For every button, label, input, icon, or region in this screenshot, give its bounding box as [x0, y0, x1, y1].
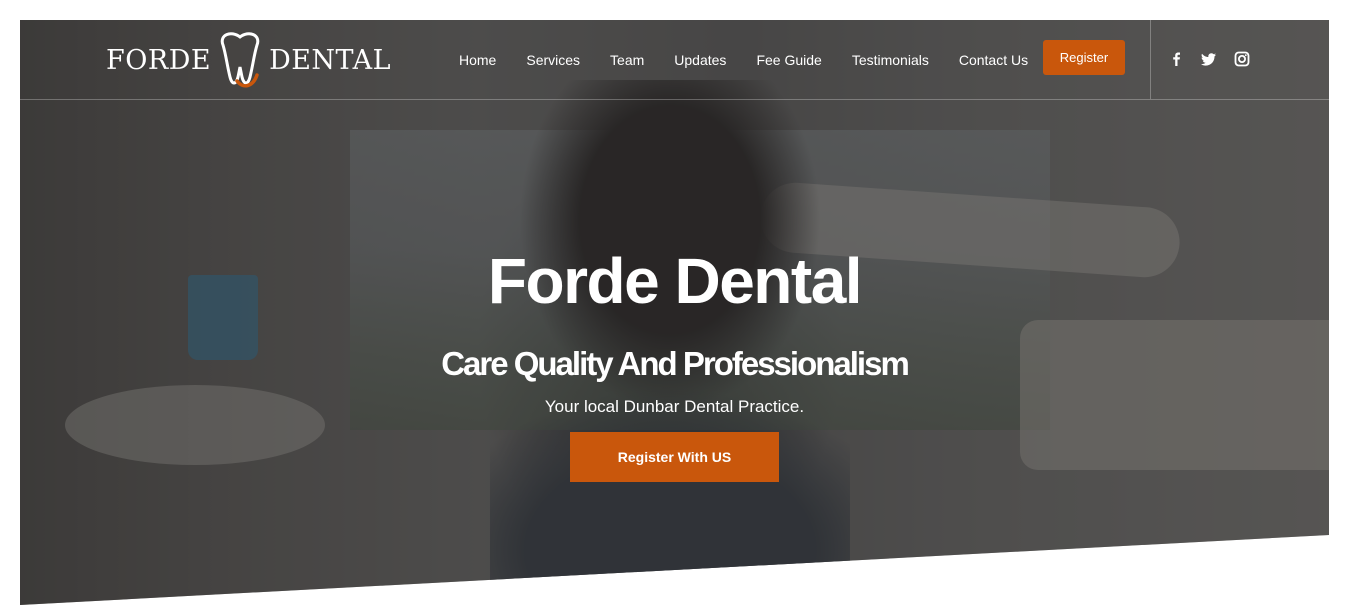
nav-updates[interactable]: Updates: [674, 52, 726, 68]
hero-section: FORDE DENTAL Home Services Team Updates …: [20, 20, 1329, 605]
twitter-icon[interactable]: [1201, 49, 1217, 69]
register-button[interactable]: Register: [1043, 40, 1125, 75]
register-with-us-button[interactable]: Register With US: [570, 432, 779, 482]
facebook-icon[interactable]: [1168, 49, 1184, 69]
site-header: FORDE DENTAL Home Services Team Updates …: [20, 20, 1329, 100]
hero-subtitle: Care Quality And Professionalism: [441, 345, 910, 383]
nav-services[interactable]: Services: [526, 52, 580, 68]
site-logo[interactable]: FORDE DENTAL: [106, 30, 391, 90]
logo-word-right: DENTAL: [269, 44, 392, 76]
nav-team[interactable]: Team: [610, 52, 644, 68]
nav-home[interactable]: Home: [459, 52, 496, 68]
nav-contact-us[interactable]: Contact Us: [959, 52, 1028, 68]
social-links: [1168, 49, 1250, 69]
header-divider: [1150, 20, 1151, 99]
tooth-icon: [217, 31, 263, 89]
nav-testimonials[interactable]: Testimonials: [852, 52, 929, 68]
nav-fee-guide[interactable]: Fee Guide: [756, 52, 821, 68]
instagram-icon[interactable]: [1234, 49, 1250, 69]
hero-tagline: Your local Dunbar Dental Practice.: [544, 397, 805, 416]
main-nav: Home Services Team Updates Fee Guide Tes…: [459, 20, 1058, 99]
hero-title: Forde Dental: [487, 244, 863, 317]
logo-word-left: FORDE: [106, 44, 212, 76]
